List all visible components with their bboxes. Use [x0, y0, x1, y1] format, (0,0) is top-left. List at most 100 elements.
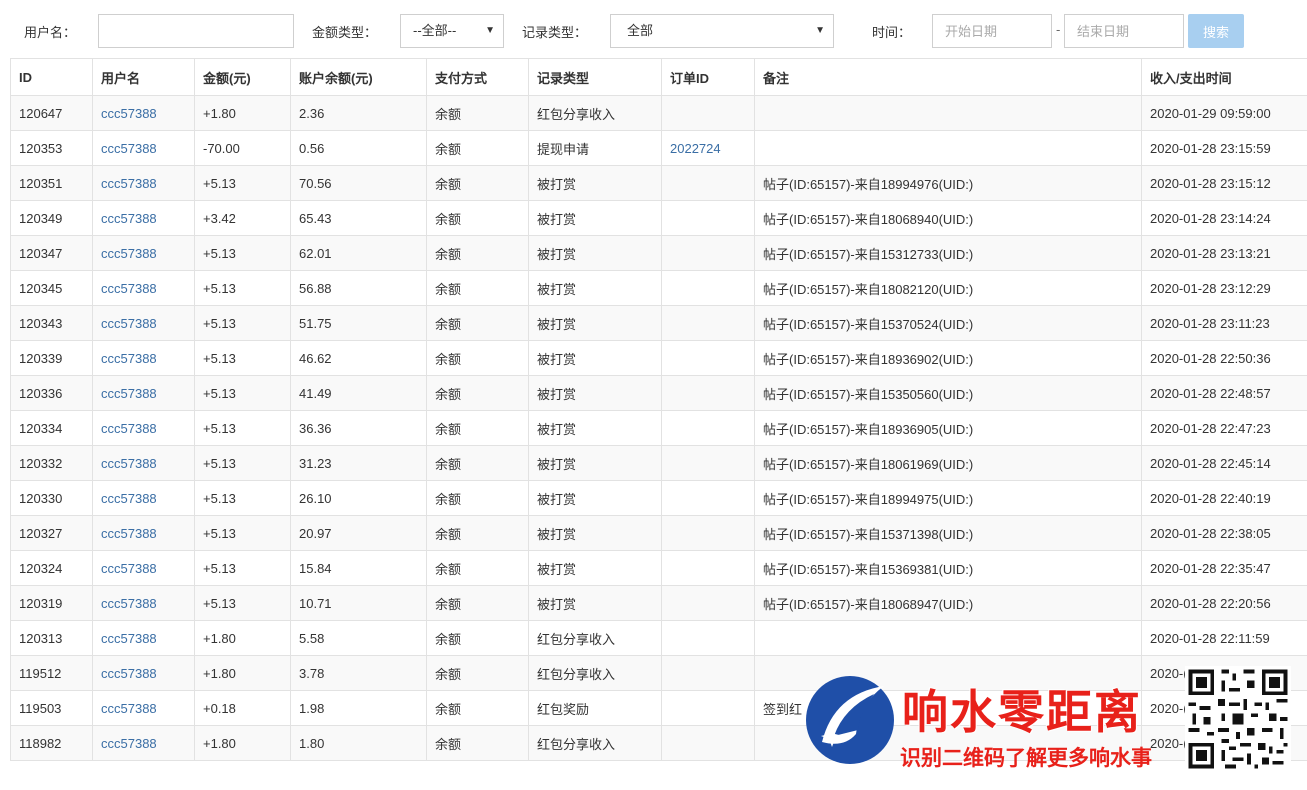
username-link[interactable]: ccc57388	[101, 141, 157, 156]
cell-payment-method: 余额	[426, 270, 529, 306]
username-link[interactable]: ccc57388	[101, 281, 157, 296]
cell-remark: 帖子(ID:65157)-来自18082120(UID:)	[754, 270, 1142, 306]
cell-balance: 41.49	[290, 375, 427, 411]
cell-order-id: 2022724	[661, 130, 755, 166]
cell-remark: 帖子(ID:65157)-来自15371398(UID:)	[754, 515, 1142, 551]
cell-time: 2020-01-28 22:11:59	[1141, 620, 1307, 656]
cell-time: 2020-01-28 22:38:05	[1141, 515, 1307, 551]
amount-type-select[interactable]: --全部-- ▼	[400, 14, 504, 48]
cell-id: 120332	[10, 445, 93, 481]
username-link[interactable]: ccc57388	[101, 421, 157, 436]
username-link[interactable]: ccc57388	[101, 491, 157, 506]
cell-order-id	[661, 235, 755, 271]
table-row: 120339 ccc57388 +5.13 46.62 余额 被打赏 帖子(ID:65157…	[10, 340, 1307, 376]
cell-remark: 帖子(ID:65157)-来自18936905(UID:)	[754, 410, 1142, 446]
username-link[interactable]: ccc57388	[101, 526, 157, 541]
cell-record-type: 红包奖励	[528, 690, 662, 726]
cell-order-id	[661, 305, 755, 341]
username-link[interactable]: ccc57388	[101, 246, 157, 261]
cell-balance: 0.56	[290, 130, 427, 166]
cell-amount: +0.18	[194, 690, 291, 726]
watermark: 响水零距离 识别二维码了解更多响水事	[800, 660, 1307, 780]
header-id: ID	[10, 58, 93, 96]
username-link[interactable]: ccc57388	[101, 631, 157, 646]
cell-order-id	[661, 550, 755, 586]
cell-order-id	[661, 165, 755, 201]
cell-amount: -70.00	[194, 130, 291, 166]
cell-remark: 帖子(ID:65157)-来自15312733(UID:)	[754, 235, 1142, 271]
cell-payment-method: 余额	[426, 95, 529, 131]
cell-username: ccc57388	[92, 95, 195, 131]
cell-balance: 20.97	[290, 515, 427, 551]
table-row: 120345 ccc57388 +5.13 56.88 余额 被打赏 帖子(ID:65157…	[10, 270, 1307, 306]
cell-time: 2020-01-28 23:12:29	[1141, 270, 1307, 306]
username-link[interactable]: ccc57388	[101, 456, 157, 471]
cell-amount: +5.13	[194, 585, 291, 621]
chevron-down-icon: ▼	[815, 25, 825, 36]
cell-payment-method: 余额	[426, 305, 529, 341]
header-remark: 备注	[754, 58, 1142, 96]
cell-record-type: 被打赏	[528, 585, 662, 621]
cell-amount: +5.13	[194, 340, 291, 376]
cell-balance: 36.36	[290, 410, 427, 446]
cell-username: ccc57388	[92, 375, 195, 411]
cell-balance: 65.43	[290, 200, 427, 236]
start-date-input[interactable]	[932, 14, 1052, 48]
username-link[interactable]: ccc57388	[101, 106, 157, 121]
cell-remark: 帖子(ID:65157)-来自18068940(UID:)	[754, 200, 1142, 236]
cell-order-id	[661, 445, 755, 481]
brand-logo-icon	[806, 676, 894, 764]
cell-amount: +1.80	[194, 620, 291, 656]
username-link[interactable]: ccc57388	[101, 736, 157, 751]
cell-record-type: 被打赏	[528, 550, 662, 586]
cell-balance: 1.80	[290, 725, 427, 761]
username-link[interactable]: ccc57388	[101, 386, 157, 401]
search-button[interactable]: 搜索	[1188, 14, 1244, 48]
cell-payment-method: 余额	[426, 515, 529, 551]
cell-remark: 帖子(ID:65157)-来自18994975(UID:)	[754, 480, 1142, 516]
username-link[interactable]: ccc57388	[101, 211, 157, 226]
order-id-link[interactable]: 2022724	[670, 141, 721, 156]
username-link[interactable]: ccc57388	[101, 666, 157, 681]
cell-balance: 10.71	[290, 585, 427, 621]
cell-amount: +1.80	[194, 725, 291, 761]
username-link[interactable]: ccc57388	[101, 176, 157, 191]
cell-id: 120647	[10, 95, 93, 131]
cell-remark	[754, 130, 1142, 166]
end-date-input[interactable]	[1064, 14, 1184, 48]
username-input[interactable]	[98, 14, 294, 48]
cell-payment-method: 余额	[426, 690, 529, 726]
cell-time: 2020-01-28 22:40:19	[1141, 480, 1307, 516]
cell-id: 119503	[10, 690, 93, 726]
cell-payment-method: 余额	[426, 410, 529, 446]
cell-id: 120334	[10, 410, 93, 446]
username-link[interactable]: ccc57388	[101, 596, 157, 611]
header-record-type: 记录类型	[528, 58, 662, 96]
username-link[interactable]: ccc57388	[101, 701, 157, 716]
username-link[interactable]: ccc57388	[101, 316, 157, 331]
cell-payment-method: 余额	[426, 480, 529, 516]
cell-order-id	[661, 375, 755, 411]
cell-time: 2020-01-28 23:15:59	[1141, 130, 1307, 166]
qr-code-icon	[1185, 666, 1291, 772]
table-row: 120334 ccc57388 +5.13 36.36 余额 被打赏 帖子(ID:65157…	[10, 410, 1307, 446]
table-row: 120324 ccc57388 +5.13 15.84 余额 被打赏 帖子(ID:65157…	[10, 550, 1307, 586]
cell-username: ccc57388	[92, 130, 195, 166]
username-link[interactable]: ccc57388	[101, 351, 157, 366]
username-label: 用户名：	[24, 25, 77, 40]
cell-record-type: 被打赏	[528, 235, 662, 271]
cell-payment-method: 余额	[426, 130, 529, 166]
cell-payment-method: 余额	[426, 585, 529, 621]
cell-record-type: 提现申请	[528, 130, 662, 166]
cell-time: 2020-01-28 22:50:36	[1141, 340, 1307, 376]
record-type-select[interactable]: 全部 ▼	[610, 14, 834, 48]
records-table: ID 用户名 金额(元) 账户余额(元) 支付方式 记录类型 订单ID 备注 收…	[10, 58, 1307, 761]
cell-username: ccc57388	[92, 340, 195, 376]
username-link[interactable]: ccc57388	[101, 561, 157, 576]
cell-id: 118982	[10, 725, 93, 761]
cell-time: 2020-01-28 23:15:12	[1141, 165, 1307, 201]
cell-record-type: 被打赏	[528, 305, 662, 341]
cell-record-type: 被打赏	[528, 445, 662, 481]
table-row: 120313 ccc57388 +1.80 5.58 余额 红包分享收入 2020-01-2…	[10, 620, 1307, 656]
cell-payment-method: 余额	[426, 375, 529, 411]
